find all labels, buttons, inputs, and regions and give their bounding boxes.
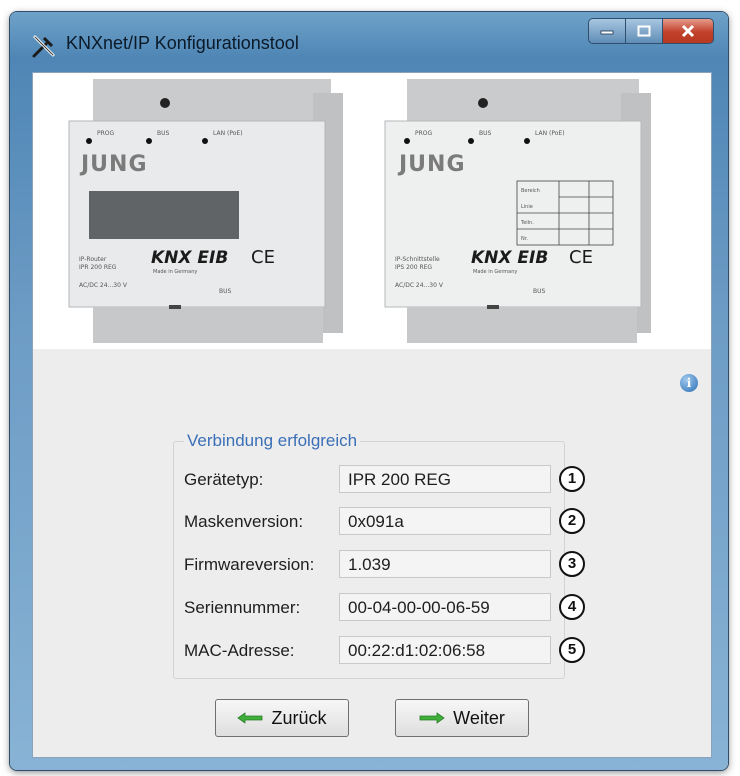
marker-2: 2 [559,508,585,534]
marker-1: 1 [559,466,585,492]
led-label-bus: BUS [479,130,492,137]
maximize-button[interactable] [626,18,663,44]
led-label-lan: LAN (PoE) [535,130,565,137]
close-icon [681,24,695,38]
led-label-bus: BUS [157,130,170,137]
maximize-icon [637,25,651,37]
grid-label-nr: Nr. [521,236,528,242]
mask-version-field[interactable]: 0x091a [339,507,551,535]
device-type-name: IP-Router [79,256,107,263]
tools-icon [32,35,55,58]
bus-label: BUS [219,288,232,295]
device-type-label: Gerätetyp: [184,470,264,489]
brand-logo: JUNG [397,152,466,177]
app-window: KNXnet/IP Konfigurationstool PROG BUS LA… [10,12,728,770]
made-in-label: Made in Germany [473,269,517,275]
next-button-label: Weiter [453,707,505,728]
close-button[interactable] [663,18,714,44]
led-label-lan: LAN (PoE) [213,130,243,137]
grid-label-teiln: Teiln. [520,220,534,226]
device-type-name: IP-Schnittstelle [395,256,440,263]
title-bar[interactable]: KNXnet/IP Konfigurationstool [10,12,728,74]
window-controls [588,18,714,44]
serial-number-field[interactable]: 00-04-00-00-06-59 [339,593,551,621]
arrow-right-icon [419,712,445,724]
knx-logo: KNX EIB [151,248,228,268]
back-button[interactable]: Zurück [215,699,349,737]
led-label-prog: PROG [415,130,433,137]
marker-5: 5 [559,637,585,663]
device-type-model: IPR 200 REG [79,264,117,271]
firmware-version-field[interactable]: 1.039 [339,550,551,578]
arrow-left-icon [237,712,263,724]
ce-mark: CE [251,247,275,268]
marker-4: 4 [559,594,585,620]
device-type-model: IPS 200 REG [395,264,432,271]
voltage-label: AC/DC 24...30 V [395,282,444,289]
mask-version-label: Maskenversion: [184,512,304,531]
brand-logo: JUNG [79,152,148,177]
back-button-label: Zurück [271,707,327,728]
marker-3: 3 [559,551,585,577]
firmware-version-label: Firmwareversion: [184,555,315,574]
ip-router-device: PROG BUS LAN (PoE) JUNG IP-Router IPR 200… [68,79,343,343]
window-title: KNXnet/IP Konfigurationstool [66,33,299,53]
info-icon[interactable]: i [680,374,698,392]
knx-logo: KNX EIB [471,248,548,268]
dialog-content: PROG BUS LAN (PoE) JUNG IP-Router IPR 200… [32,72,712,758]
voltage-label: AC/DC 24...30 V [79,282,128,289]
mac-address-label: MAC-Adresse: [184,641,295,660]
bus-label: BUS [533,288,546,295]
led-label-prog: PROG [97,130,115,137]
next-button[interactable]: Weiter [395,699,529,737]
ce-mark: CE [569,247,593,268]
minimize-icon [600,30,614,35]
minimize-button[interactable] [588,18,626,44]
device-type-field[interactable]: IPR 200 REG [339,465,551,493]
mac-address-field[interactable]: 00:22:d1:02:06:58 [339,636,551,664]
made-in-label: Made in Germany [153,269,197,275]
ip-interface-device: PROG BUS LAN (PoE) JUNG Bereich Linie Te… [384,79,651,343]
grid-label-bereich: Bereich [521,188,540,194]
serial-number-label: Seriennummer: [184,598,301,617]
grid-label-linie: Linie [521,204,533,210]
device-photo: PROG BUS LAN (PoE) JUNG IP-Router IPR 200… [33,73,711,349]
connection-status-title: Verbindung erfolgreich [184,431,361,451]
